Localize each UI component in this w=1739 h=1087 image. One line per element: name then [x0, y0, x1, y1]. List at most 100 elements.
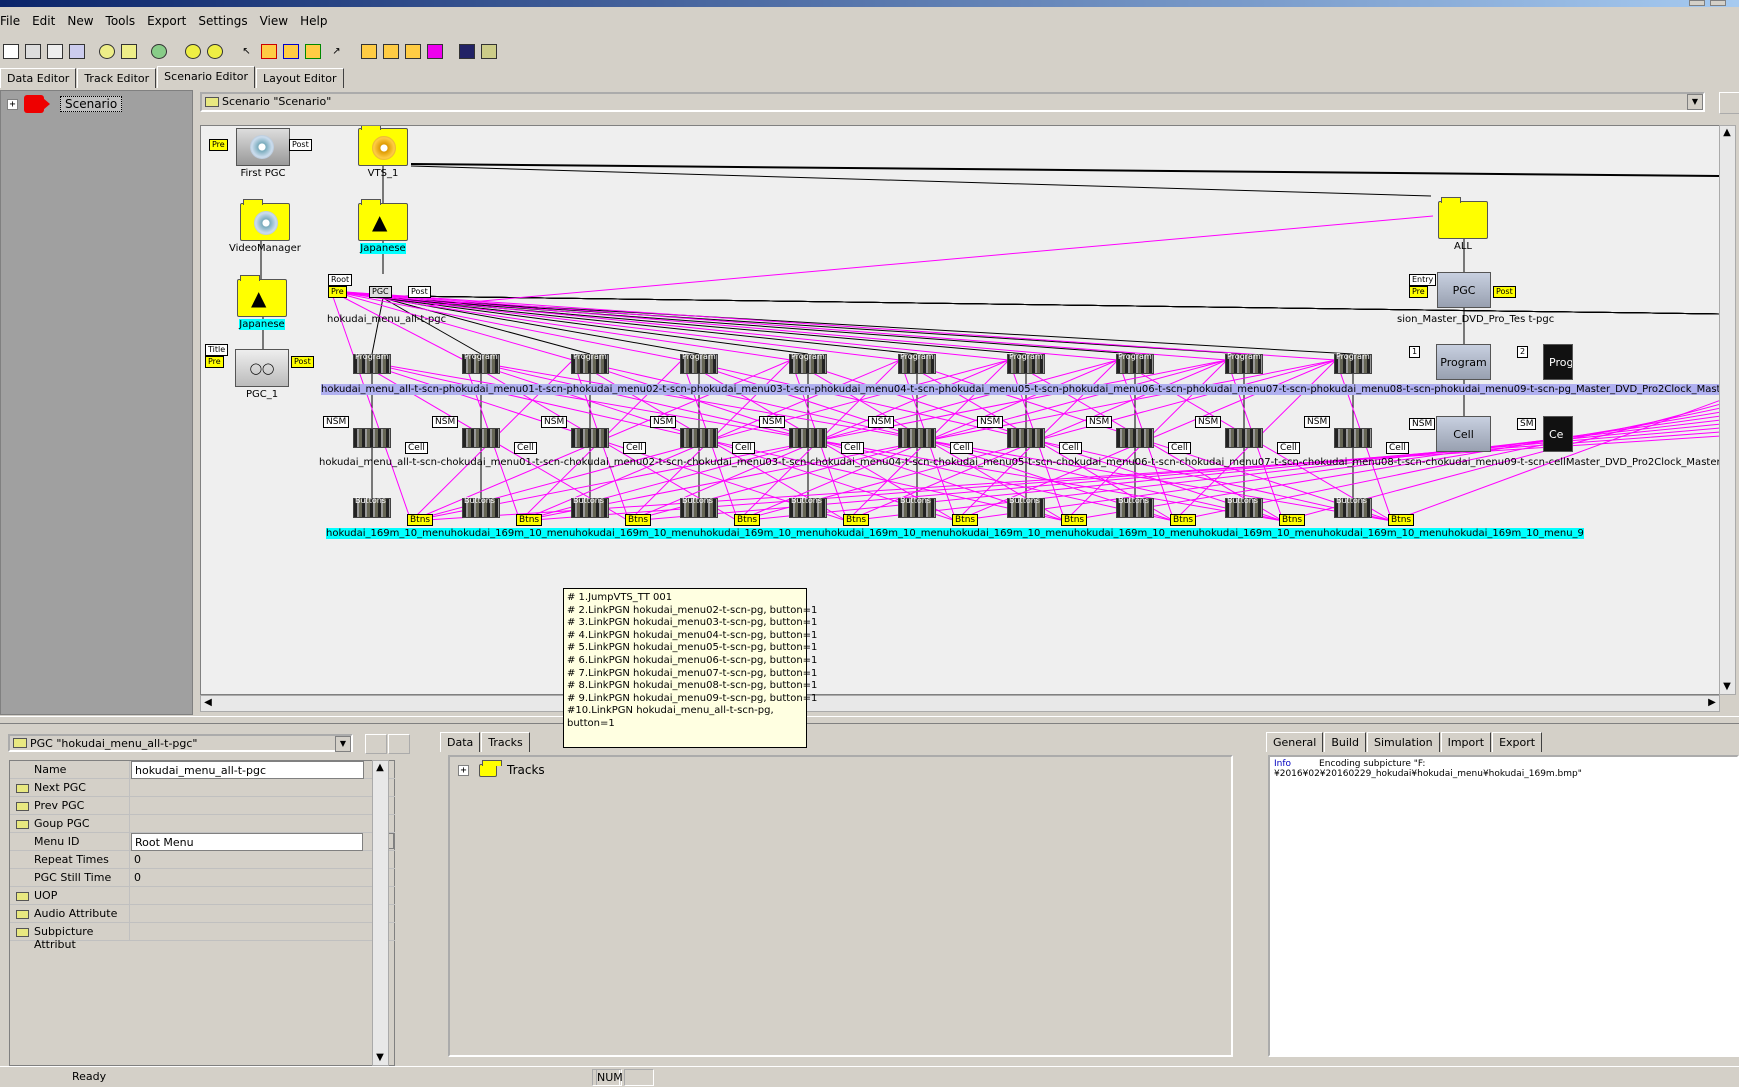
scroll-down-icon[interactable]: ▼ — [373, 1051, 387, 1065]
menu-help[interactable]: Help — [294, 11, 333, 31]
canvas-horizontal-scrollbar[interactable]: ◀ ▶ — [200, 695, 1720, 712]
canvas-vertical-scrollbar[interactable]: ▲ ▼ — [1719, 125, 1736, 695]
menu-new[interactable]: New — [61, 11, 99, 31]
property-value[interactable]: hokudai_menu_all-t-pgc — [131, 761, 364, 779]
japanese-node-2[interactable]: ▲ Japanese — [237, 275, 287, 330]
scroll-up-icon[interactable]: ▲ — [1720, 126, 1734, 140]
property-value[interactable] — [131, 797, 364, 815]
tab-general[interactable]: General — [1266, 732, 1324, 752]
tab-layout-editor[interactable]: Layout Editor — [256, 68, 344, 88]
japanese-node-1[interactable]: ▲ Japanese — [358, 199, 408, 254]
property-value[interactable] — [131, 815, 364, 833]
expand-toggle[interactable]: + — [458, 764, 469, 776]
scenario-canvas[interactable]: First PGC Pre Post VTS_1 VideoManager ▲ … — [200, 125, 1720, 695]
property-value[interactable] — [131, 923, 364, 941]
property-row[interactable]: Name hokudai_menu_all-t-pgc — [10, 761, 395, 779]
pgc-link2-icon[interactable] — [380, 41, 401, 62]
maximize-button[interactable] — [1710, 0, 1726, 6]
tab-track-editor[interactable]: Track Editor — [77, 68, 157, 88]
pgc-1-node[interactable]: ◯◯ PGC_1 — [235, 349, 289, 400]
link-next-icon[interactable] — [280, 41, 301, 62]
cell-node-2[interactable]: Ce — [1543, 416, 1573, 452]
connect-icon[interactable] — [148, 41, 169, 62]
cell-node-3[interactable] — [680, 428, 718, 448]
cell-node-4[interactable] — [789, 428, 827, 448]
properties-options-button[interactable] — [388, 734, 410, 754]
scenario-tree-label[interactable]: Scenario — [60, 96, 123, 112]
pane-splitter[interactable] — [0, 716, 1739, 724]
tab-build[interactable]: Build — [1324, 732, 1366, 752]
cell-node-1[interactable] — [462, 428, 500, 448]
select-arrow-icon[interactable]: ↖ — [236, 41, 257, 62]
properties-scrollbar[interactable]: ▲ ▼ — [372, 760, 389, 1066]
chevron-down-icon[interactable]: ▼ — [335, 736, 351, 752]
property-row[interactable]: Subpicture Attribut — [10, 923, 395, 951]
cell-node-7[interactable] — [1116, 428, 1154, 448]
property-value[interactable] — [131, 905, 364, 923]
scenario-icon[interactable] — [96, 41, 117, 62]
cell-node-0[interactable] — [353, 428, 391, 448]
scroll-left-icon[interactable]: ◀ — [201, 696, 215, 710]
tab-data[interactable]: Data — [440, 732, 481, 752]
simulate-icon[interactable] — [456, 41, 477, 62]
property-row[interactable]: Menu ID▼Root Menu — [10, 833, 395, 851]
link-arrow-icon[interactable]: ↗ — [326, 41, 347, 62]
menu-export[interactable]: Export — [141, 11, 192, 31]
menu-view[interactable]: View — [254, 11, 294, 31]
property-value[interactable]: 0 — [131, 851, 364, 869]
save-icon[interactable] — [44, 41, 65, 62]
cell-node-6[interactable] — [1007, 428, 1045, 448]
scenario-tree-root[interactable]: + Scenario — [7, 95, 123, 113]
property-row[interactable]: Repeat Times 0 — [10, 851, 395, 869]
property-value[interactable]: Root Menu — [131, 833, 363, 851]
program-node[interactable]: Program — [1436, 344, 1491, 380]
folder-icon[interactable] — [118, 41, 139, 62]
tab-simulation[interactable]: Simulation — [1366, 732, 1440, 752]
property-value[interactable] — [131, 779, 364, 797]
program-node-2[interactable]: Prog — [1543, 344, 1573, 380]
vts-node[interactable]: VTS_1 — [358, 126, 408, 179]
video-manager-node[interactable]: VideoManager — [229, 199, 301, 254]
pgc-link1-icon[interactable] — [358, 41, 379, 62]
new-project-icon[interactable] — [0, 41, 21, 62]
tracks-tree-root[interactable]: + Tracks — [458, 759, 545, 777]
pen-icon[interactable] — [424, 41, 445, 62]
zoom-in-icon[interactable] — [182, 41, 203, 62]
scroll-down-icon[interactable]: ▼ — [1720, 680, 1734, 694]
property-row[interactable]: Audio Attribute — [10, 905, 395, 923]
cell-node-2[interactable] — [571, 428, 609, 448]
expand-toggle[interactable]: + — [7, 98, 18, 110]
cell-node[interactable]: Cell — [1436, 416, 1491, 452]
menu-edit[interactable]: Edit — [26, 11, 61, 31]
tab-export[interactable]: Export — [1492, 732, 1543, 752]
property-value[interactable] — [131, 887, 364, 905]
tab-data-editor[interactable]: Data Editor — [0, 68, 77, 88]
up-folder-button[interactable] — [1719, 92, 1739, 114]
property-row[interactable]: Next PGC — [10, 779, 395, 797]
cell-node-9[interactable] — [1334, 428, 1372, 448]
scroll-right-icon[interactable]: ▶ — [1705, 696, 1719, 710]
zoom-out-icon[interactable] — [204, 41, 225, 62]
right-pgc-box[interactable]: PGC — [1437, 272, 1491, 308]
menu-settings[interactable]: Settings — [192, 11, 253, 31]
tab-scenario-editor[interactable]: Scenario Editor — [157, 66, 256, 88]
cell-node-8[interactable] — [1225, 428, 1263, 448]
up-level-button[interactable] — [365, 734, 387, 754]
cell-node-5[interactable] — [898, 428, 936, 448]
all-folder-node[interactable]: ALL — [1438, 197, 1488, 252]
menu-tools[interactable]: Tools — [100, 11, 142, 31]
scenario-selector[interactable]: Scenario "Scenario" ▼ — [200, 92, 1705, 112]
property-row[interactable]: UOP — [10, 887, 395, 905]
property-row[interactable]: Prev PGC — [10, 797, 395, 815]
chevron-down-icon[interactable]: ▼ — [1687, 94, 1703, 110]
link-prev-icon[interactable] — [258, 41, 279, 62]
first-pgc-node[interactable]: First PGC — [236, 128, 290, 179]
menu-file[interactable]: File — [0, 11, 26, 31]
monitor-icon[interactable] — [66, 41, 87, 62]
link-up-icon[interactable] — [302, 41, 323, 62]
tab-import[interactable]: Import — [1440, 732, 1492, 752]
scroll-up-icon[interactable]: ▲ — [373, 761, 387, 775]
object-selector[interactable]: PGC "hokudai_menu_all-t-pgc" ▼ — [8, 734, 353, 752]
pgc-link3-icon[interactable] — [402, 41, 423, 62]
tab-tracks[interactable]: Tracks — [481, 732, 530, 752]
